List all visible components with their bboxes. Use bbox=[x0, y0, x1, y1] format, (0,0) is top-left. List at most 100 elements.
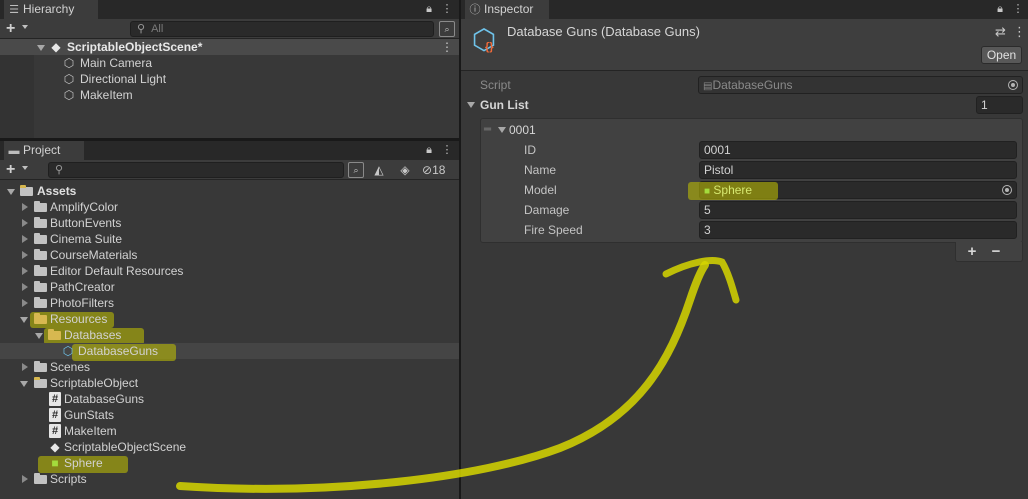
gun-list-size-field[interactable]: 1 bbox=[976, 96, 1023, 114]
folder-label: CourseMaterials bbox=[50, 248, 138, 262]
scene-menu-icon[interactable]: ⋮ bbox=[440, 40, 454, 54]
project-folder-row[interactable]: CourseMaterials bbox=[0, 247, 459, 263]
hierarchy-scene-row[interactable]: ◆ ScriptableObjectScene* ⋮ bbox=[0, 39, 459, 55]
open-button[interactable]: Open bbox=[981, 46, 1022, 64]
chevron-down-icon[interactable] bbox=[22, 166, 28, 170]
script-value: DatabaseGuns bbox=[712, 78, 793, 92]
folder-label: Resources bbox=[50, 312, 108, 326]
project-folder-row-databases[interactable]: Databases bbox=[0, 327, 459, 343]
folder-icon bbox=[34, 473, 47, 484]
damage-field[interactable]: 5 bbox=[699, 201, 1017, 219]
project-folder-row[interactable]: Cinema Suite bbox=[0, 231, 459, 247]
hierarchy-item[interactable]: ⬡ MakeItem bbox=[0, 87, 459, 103]
remove-element-button[interactable]: − bbox=[989, 243, 1003, 261]
project-asset-row[interactable]: ⬡ DatabaseGuns bbox=[0, 343, 459, 359]
chevron-right-icon[interactable] bbox=[22, 203, 28, 211]
object-picker-icon[interactable] bbox=[1008, 80, 1018, 90]
filter-by-type-icon[interactable]: ◭ bbox=[372, 163, 386, 177]
project-search-input[interactable]: ⚲ bbox=[48, 162, 344, 178]
name-field[interactable]: Pistol bbox=[699, 161, 1017, 179]
tab-project[interactable]: ▬ Project bbox=[4, 141, 84, 160]
drag-handle-icon[interactable]: ═ bbox=[484, 124, 491, 135]
folder-icon bbox=[34, 233, 47, 244]
chevron-right-icon[interactable] bbox=[22, 475, 28, 483]
hierarchy-item[interactable]: ⬡ Main Camera bbox=[0, 55, 459, 71]
project-folder-row-resources[interactable]: Resources bbox=[0, 311, 459, 327]
inspector-tab-label: Inspector bbox=[484, 2, 534, 16]
hierarchy-toolbar: + ⚲ All ⌕ bbox=[0, 19, 459, 39]
hierarchy-search-input[interactable]: ⚲ All bbox=[130, 21, 434, 37]
project-asset-row[interactable]: # DatabaseGuns bbox=[0, 391, 459, 407]
search-by-type-icon[interactable]: ⌕ bbox=[439, 21, 455, 37]
inspector-title: Database Guns (Database Guns) bbox=[507, 24, 700, 39]
hierarchy-menu-icon[interactable]: ⋮ bbox=[440, 2, 454, 17]
folder-icon bbox=[34, 361, 47, 372]
chevron-right-icon[interactable] bbox=[22, 363, 28, 371]
folder-label: Cinema Suite bbox=[50, 232, 123, 246]
chevron-down-icon[interactable] bbox=[20, 381, 28, 387]
folder-label: ButtonEvents bbox=[50, 216, 122, 230]
folder-icon bbox=[34, 281, 47, 292]
cube-outline-icon: ⬡ bbox=[63, 72, 75, 86]
project-panel: ▬ Project 🔒︎ ⋮ + ⚲ ⌕ ◭ ◈ ⊘18 Assets Ampli… bbox=[0, 141, 459, 499]
project-folder-row[interactable]: Editor Default Resources bbox=[0, 263, 459, 279]
project-asset-row[interactable]: # GunStats bbox=[0, 407, 459, 423]
chevron-right-icon[interactable] bbox=[22, 267, 28, 275]
scriptable-object-icon: ⬡ bbox=[62, 344, 74, 358]
folder-label: Databases bbox=[64, 328, 122, 342]
chevron-down-icon[interactable] bbox=[467, 102, 475, 108]
scriptable-object-icon: ⬡ bbox=[471, 24, 497, 55]
chevron-right-icon[interactable] bbox=[22, 235, 28, 243]
project-asset-row[interactable]: # MakeItem bbox=[0, 423, 459, 439]
tab-hierarchy[interactable]: ☰ Hierarchy bbox=[4, 0, 98, 19]
project-folder-row[interactable]: PhotoFilters bbox=[0, 295, 459, 311]
chevron-down-icon[interactable] bbox=[498, 127, 506, 133]
inspector-menu-icon[interactable]: ⋮ bbox=[1011, 2, 1025, 17]
project-menu-icon[interactable]: ⋮ bbox=[440, 143, 454, 158]
chevron-right-icon[interactable] bbox=[22, 283, 28, 291]
gun-list-label[interactable]: Gun List bbox=[480, 96, 529, 114]
hierarchy-lock-icon[interactable]: 🔒︎ bbox=[422, 2, 436, 17]
chevron-right-icon[interactable] bbox=[22, 299, 28, 307]
project-folder-row[interactable]: Scripts bbox=[0, 471, 459, 487]
folder-icon bbox=[34, 265, 47, 276]
project-asset-row[interactable]: ◆ ScriptableObjectScene bbox=[0, 439, 459, 455]
project-folder-row[interactable]: PathCreator bbox=[0, 279, 459, 295]
chevron-down-icon[interactable] bbox=[22, 25, 28, 29]
hierarchy-search-placeholder: All bbox=[151, 23, 164, 35]
hidden-packages-toggle[interactable]: ⊘18 bbox=[422, 162, 445, 178]
project-folder-row[interactable]: Scenes bbox=[0, 359, 459, 375]
chevron-right-icon[interactable] bbox=[22, 219, 28, 227]
hash-script-icon: # bbox=[49, 392, 61, 406]
settings-sliders-icon[interactable]: ⇄ bbox=[995, 24, 1006, 40]
fire-speed-field[interactable]: 3 bbox=[699, 221, 1017, 239]
element-label[interactable]: 0001 bbox=[509, 121, 536, 139]
search-by-type-icon[interactable]: ⌕ bbox=[348, 162, 364, 178]
tab-inspector[interactable]: ⓘ Inspector bbox=[465, 0, 549, 19]
chevron-down-icon[interactable] bbox=[37, 45, 45, 51]
header-menu-icon[interactable]: ⋮ bbox=[1013, 24, 1026, 40]
chevron-down-icon[interactable] bbox=[7, 189, 15, 195]
id-field[interactable]: 0001 bbox=[699, 141, 1017, 159]
label-tag-icon[interactable]: ◈ bbox=[398, 163, 412, 177]
add-element-button[interactable]: + bbox=[965, 243, 979, 261]
hierarchy-add-button[interactable]: + bbox=[6, 20, 15, 38]
project-row-assets[interactable]: Assets bbox=[0, 183, 459, 199]
folder-open-icon bbox=[48, 329, 61, 340]
chevron-right-icon[interactable] bbox=[22, 251, 28, 259]
search-icon: ⚲ bbox=[137, 23, 146, 35]
folder-label: PhotoFilters bbox=[50, 296, 115, 310]
project-add-button[interactable]: + bbox=[6, 161, 15, 179]
chevron-down-icon[interactable] bbox=[35, 333, 43, 339]
project-lock-icon[interactable]: 🔒︎ bbox=[422, 143, 436, 158]
folder-icon bbox=[34, 201, 47, 212]
project-folder-row[interactable]: ButtonEvents bbox=[0, 215, 459, 231]
project-folder-row[interactable]: AmplifyColor bbox=[0, 199, 459, 215]
hierarchy-item[interactable]: ⬡ Directional Light bbox=[0, 71, 459, 87]
object-picker-icon[interactable] bbox=[1002, 185, 1012, 195]
inspector-lock-icon[interactable]: 🔒︎ bbox=[993, 2, 1007, 17]
model-field[interactable]: ■ Sphere bbox=[688, 181, 1017, 200]
chevron-down-icon[interactable] bbox=[20, 317, 28, 323]
project-asset-row-sphere[interactable]: ■ Sphere bbox=[0, 455, 459, 471]
project-folder-row[interactable]: ScriptableObject bbox=[0, 375, 459, 391]
